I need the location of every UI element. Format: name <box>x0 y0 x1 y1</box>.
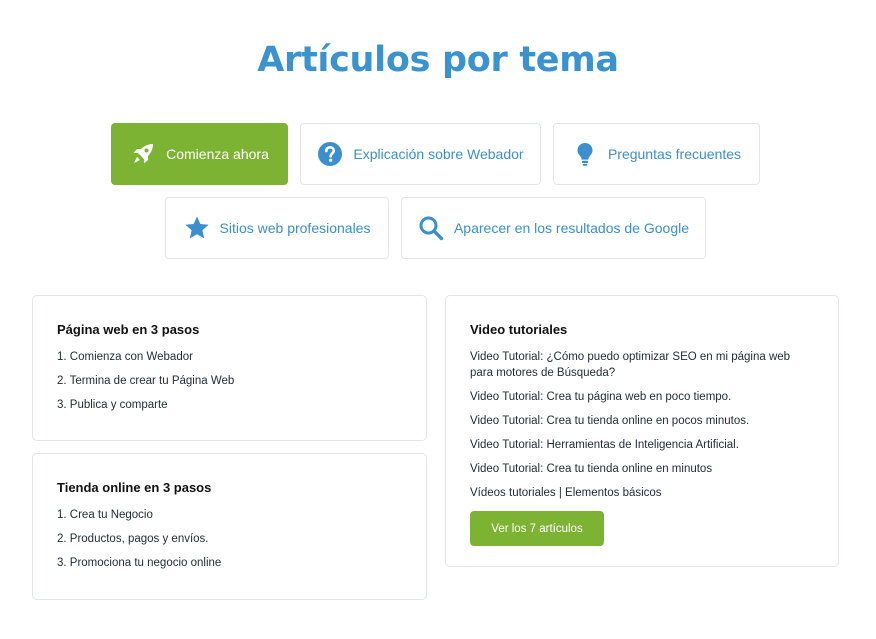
article-link[interactable]: Video Tutorial: Crea tu página web en po… <box>470 389 796 405</box>
topic-label: Aparecer en los resultados de Google <box>453 220 690 236</box>
lightbulb-icon <box>572 141 598 167</box>
article-list: 1. Comienza con Webador 2. Termina de cr… <box>57 349 402 413</box>
star-icon <box>184 215 210 241</box>
rocket-icon <box>130 141 156 167</box>
article-link[interactable]: 3. Promociona tu negocio online <box>57 555 402 571</box>
card-tienda-3-pasos: Tienda online en 3 pasos 1. Crea tu Nego… <box>32 453 427 600</box>
article-link[interactable]: Vídeos tutoriales | Elementos básicos <box>470 485 796 501</box>
article-link[interactable]: Video Tutorial: Herramientas de Intelige… <box>470 437 796 453</box>
card-title: Video tutoriales <box>470 322 568 337</box>
topic-button-preguntas[interactable]: Preguntas frecuentes <box>553 123 760 185</box>
topic-label: Sitios web profesionales <box>219 220 371 236</box>
article-list: Video Tutorial: ¿Cómo puedo optimizar SE… <box>470 349 814 501</box>
search-icon <box>418 215 444 241</box>
card-title: Página web en 3 pasos <box>57 322 200 337</box>
topic-label: Preguntas frecuentes <box>607 146 742 162</box>
article-link[interactable]: Video Tutorial: Crea tu tienda online en… <box>470 413 796 429</box>
page-title: Artículos por tema <box>257 40 619 80</box>
card-title: Tienda online en 3 pasos <box>57 480 212 495</box>
article-link[interactable]: 3. Publica y comparte <box>57 397 402 413</box>
topic-label: Explicación sobre Webador <box>353 146 524 162</box>
card-video-tutoriales: Video tutoriales Video Tutorial: ¿Cómo p… <box>445 295 839 567</box>
topic-button-sitios-profesionales[interactable]: Sitios web profesionales <box>165 197 389 259</box>
article-link[interactable]: Video Tutorial: ¿Cómo puedo optimizar SE… <box>470 349 796 381</box>
topic-button-comienza-ahora[interactable]: Comienza ahora <box>111 123 288 185</box>
view-all-articles-button[interactable]: Ver los 7 artículos <box>470 511 604 546</box>
article-list: 1. Crea tu Negocio 2. Productos, pagos y… <box>57 507 402 571</box>
article-link[interactable]: 2. Productos, pagos y envíos. <box>57 531 402 547</box>
article-link[interactable]: 1. Comienza con Webador <box>57 349 402 365</box>
article-link[interactable]: Video Tutorial: Crea tu tienda online en… <box>470 461 796 477</box>
topic-button-google[interactable]: Aparecer en los resultados de Google <box>401 197 706 259</box>
article-link[interactable]: 2. Termina de crear tu Página Web <box>57 373 402 389</box>
topic-button-explicacion[interactable]: Explicación sobre Webador <box>300 123 541 185</box>
article-link[interactable]: 1. Crea tu Negocio <box>57 507 402 523</box>
question-icon <box>317 141 343 167</box>
topic-label: Comienza ahora <box>166 146 269 162</box>
card-web-3-pasos: Página web en 3 pasos 1. Comienza con We… <box>32 295 427 441</box>
